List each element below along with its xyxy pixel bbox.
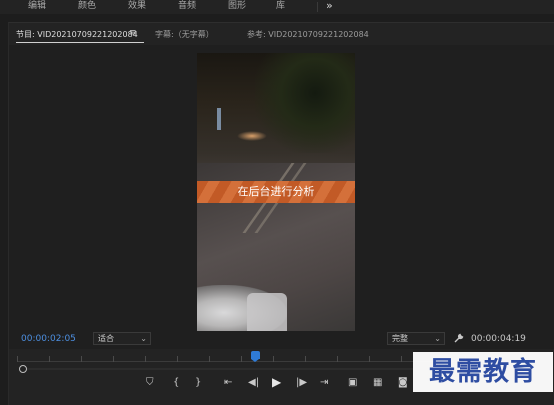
mark-out-button[interactable]: } bbox=[195, 377, 201, 389]
ruler-tick bbox=[273, 356, 274, 362]
video-scooter-body bbox=[247, 293, 287, 331]
more-workspaces-icon[interactable]: » bbox=[326, 0, 333, 14]
ruler-tick bbox=[17, 356, 18, 362]
workspace-tab-audio[interactable]: 音频 bbox=[178, 0, 196, 14]
program-viewer[interactable]: 在后台进行分析 bbox=[9, 45, 554, 349]
go-to-in-button[interactable]: ⇤ bbox=[224, 377, 232, 389]
zoom-scroll-handle[interactable] bbox=[19, 365, 27, 373]
panel-tabs: 节目: VID20210709221202084 ≡ 字幕:（无字幕） 参考: … bbox=[9, 23, 554, 45]
step-forward-button[interactable]: |▶ bbox=[296, 377, 307, 389]
playback-resolution-value: 完整 bbox=[392, 334, 408, 343]
tab-captions[interactable]: 字幕:（无字幕） bbox=[155, 29, 214, 40]
current-timecode[interactable]: 00:00:02:05 bbox=[21, 334, 76, 344]
zoom-level-select[interactable]: 适合 ⌄ bbox=[93, 332, 151, 345]
workspace-menu: 编辑 颜色 效果 音频 图形 库 » bbox=[0, 0, 554, 14]
chevron-down-icon: ⌄ bbox=[434, 334, 441, 343]
ruler-tick bbox=[49, 356, 50, 362]
active-tab-underline bbox=[16, 42, 144, 43]
workspace-tab-libraries[interactable]: 库 bbox=[276, 0, 285, 14]
panel-menu-icon[interactable]: ≡ bbox=[129, 28, 137, 38]
wrench-icon bbox=[454, 333, 464, 343]
menu-divider bbox=[317, 2, 318, 12]
chevron-down-icon: ⌄ bbox=[140, 334, 147, 343]
tab-reference[interactable]: 参考: VID20210709221202084 bbox=[247, 29, 369, 40]
play-button[interactable]: ▶ bbox=[272, 376, 281, 388]
ruler-tick bbox=[113, 356, 114, 362]
export-frame-button[interactable]: ◙ bbox=[398, 377, 408, 389]
watermark-text: 最需教育 bbox=[428, 357, 537, 387]
workspace-tab-effects[interactable]: 效果 bbox=[128, 0, 146, 14]
playhead-handle[interactable] bbox=[251, 351, 260, 362]
playback-resolution-select[interactable]: 完整 ⌄ bbox=[387, 332, 445, 345]
workspace-tab-graphics[interactable]: 图形 bbox=[228, 0, 246, 14]
workspace-tab-edit[interactable]: 编辑 bbox=[28, 0, 46, 14]
wrench-icon[interactable] bbox=[454, 333, 464, 346]
ruler-tick bbox=[209, 356, 210, 362]
ruler-tick bbox=[241, 356, 242, 362]
workspace-tab-color[interactable]: 颜色 bbox=[78, 0, 96, 14]
overwrite-button[interactable]: ▦ bbox=[373, 377, 382, 389]
video-frame: 在后台进行分析 bbox=[197, 53, 355, 331]
go-to-out-button[interactable]: ⇥ bbox=[320, 377, 328, 389]
step-back-button[interactable]: ◀| bbox=[248, 377, 259, 389]
ruler-tick bbox=[369, 356, 370, 362]
ruler-tick bbox=[337, 356, 338, 362]
mark-in-button[interactable]: { bbox=[173, 377, 179, 389]
analysis-banner-text: 在后台进行分析 bbox=[237, 185, 315, 198]
video-trees bbox=[255, 53, 355, 153]
zoom-level-value: 适合 bbox=[98, 334, 114, 343]
add-marker-button[interactable]: ⛉ bbox=[146, 377, 154, 389]
tab-program[interactable]: 节目: VID20210709221202084 bbox=[16, 29, 138, 40]
ruler-tick bbox=[305, 356, 306, 362]
video-streetlight bbox=[217, 108, 221, 130]
insert-button[interactable]: ▣ bbox=[348, 377, 357, 389]
program-monitor-panel: 节目: VID20210709221202084 ≡ 字幕:（无字幕） 参考: … bbox=[8, 22, 554, 405]
analysis-banner: 在后台进行分析 bbox=[197, 181, 355, 203]
ruler-tick bbox=[177, 356, 178, 362]
watermark-logo: 最需教育 bbox=[413, 352, 553, 392]
video-headlight-glow bbox=[237, 131, 267, 141]
ruler-tick bbox=[81, 356, 82, 362]
duration-timecode: 00:00:04:19 bbox=[471, 334, 526, 344]
timecode-bar: 00:00:02:05 适合 ⌄ 完整 ⌄ 00:00:04:19 bbox=[9, 331, 554, 347]
ruler-tick bbox=[145, 356, 146, 362]
ruler-tick bbox=[401, 356, 402, 362]
